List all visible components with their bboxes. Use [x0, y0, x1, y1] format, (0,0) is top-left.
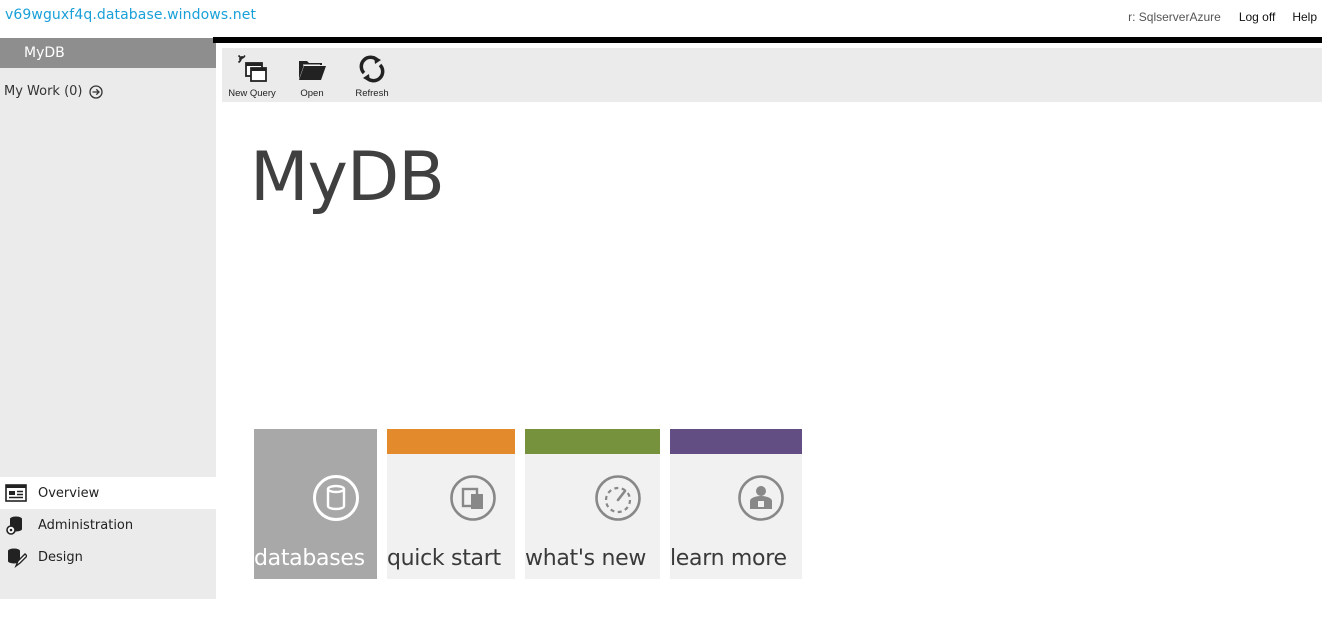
- nav-item-overview[interactable]: Overview: [0, 477, 216, 509]
- new-query-button[interactable]: New Query: [222, 48, 282, 102]
- tile-color-bar: [670, 429, 802, 454]
- tile-label: learn more: [670, 546, 787, 571]
- tile-whats-new[interactable]: what's new: [525, 429, 660, 579]
- tile-color-bar: [387, 429, 515, 454]
- open-label: Open: [300, 88, 324, 99]
- refresh-button[interactable]: Refresh: [342, 48, 402, 102]
- tile-databases[interactable]: databases: [254, 429, 377, 579]
- open-button[interactable]: Open: [282, 48, 342, 102]
- nav-item-label: Overview: [38, 485, 100, 501]
- administration-icon: [4, 513, 28, 537]
- refresh-icon: [359, 55, 385, 83]
- help-link[interactable]: Help: [1292, 10, 1317, 24]
- design-icon: [4, 545, 28, 569]
- person-icon: [738, 475, 784, 521]
- new-query-label: New Query: [228, 88, 276, 99]
- arrow-right-circle-icon: [88, 84, 103, 99]
- tile-label: quick start: [387, 546, 501, 571]
- toolbar: New Query Open Refresh: [222, 48, 1322, 102]
- tile-label: databases: [254, 546, 365, 571]
- page-title: MyDB: [250, 138, 445, 217]
- nav-item-design[interactable]: Design: [0, 541, 216, 573]
- tile-color-bar: [525, 429, 660, 454]
- log-off-link[interactable]: Log off: [1239, 10, 1275, 24]
- gauge-icon: [595, 475, 641, 521]
- nav-item-label: Design: [38, 549, 83, 565]
- tile-label: what's new: [525, 546, 647, 571]
- my-work-link[interactable]: My Work (0): [4, 84, 103, 99]
- quick-start-icon: [450, 475, 496, 521]
- database-icon: [313, 475, 359, 521]
- content-top-rule: [213, 37, 1322, 43]
- new-query-icon: [237, 54, 267, 82]
- overview-icon: [4, 481, 28, 505]
- folder-open-icon: [299, 61, 326, 80]
- sidebar: MyDB My Work (0) Overview Administration…: [0, 38, 216, 599]
- nav-item-administration[interactable]: Administration: [0, 509, 216, 541]
- my-work-label: My Work (0): [4, 84, 83, 99]
- tile-learn-more[interactable]: learn more: [670, 429, 802, 579]
- user-label: r: SqlserverAzure: [1128, 10, 1221, 24]
- server-name: v69wguxf4q.database.windows.net: [5, 7, 257, 23]
- tile-quick-start[interactable]: quick start: [387, 429, 515, 579]
- nav-item-label: Administration: [38, 517, 134, 533]
- sidebar-title[interactable]: MyDB: [0, 38, 216, 68]
- top-right-links: r: SqlserverAzure Log off Help: [1128, 8, 1322, 26]
- refresh-label: Refresh: [355, 88, 389, 99]
